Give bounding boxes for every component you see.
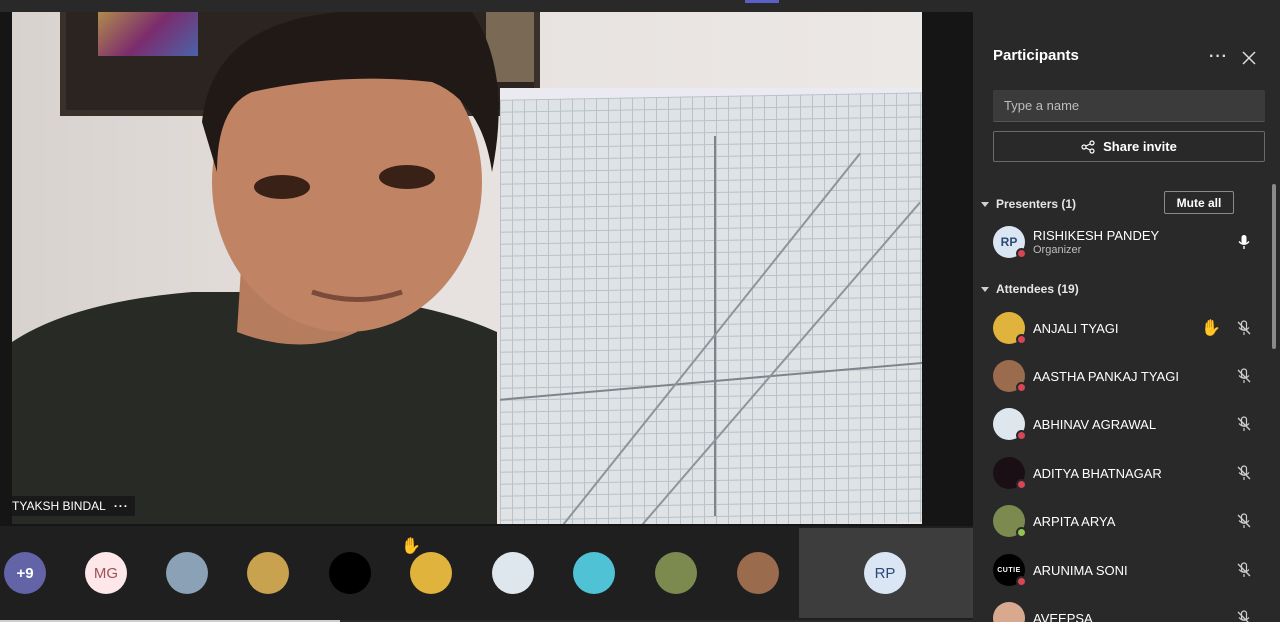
avatar: RP: [993, 226, 1027, 259]
participant-name: AASTHA PANKAJ TYAGI: [1033, 368, 1179, 384]
participant-tile-photo[interactable]: [247, 552, 289, 594]
presenters-section-toggle[interactable]: Presenters (1): [981, 197, 1076, 211]
participant-tile-photo[interactable]: [492, 552, 534, 594]
participant-row[interactable]: CUTIE ARUNIMA SONI: [993, 550, 1263, 590]
graph-lines: [499, 135, 922, 524]
status-dot: [1016, 334, 1027, 345]
participant-row[interactable]: RP RISHIKESH PANDEY Organizer: [993, 222, 1263, 262]
participant-name: ARPITA ARYA: [1033, 513, 1116, 529]
attendees-section-toggle[interactable]: Attendees (19): [981, 282, 1079, 296]
status-dot: [1016, 248, 1027, 259]
avatar: [993, 602, 1025, 622]
avatar: [993, 505, 1027, 538]
top-bar: [0, 0, 1280, 12]
overflow-count[interactable]: +9: [4, 552, 46, 594]
attendees-label: Attendees (19): [996, 282, 1079, 296]
participant-row[interactable]: AASTHA PANKAJ TYAGI: [993, 356, 1263, 396]
participant-row[interactable]: ABHINAV AGRAWAL: [993, 404, 1263, 444]
participant-info: RISHIKESH PANDEY Organizer: [1033, 228, 1159, 256]
main-video[interactable]: TYAKSH BINDAL ···: [12, 12, 922, 524]
search-input[interactable]: [993, 90, 1265, 122]
participant-tile-photo[interactable]: [573, 552, 615, 594]
participant-tile-mg[interactable]: MG: [85, 552, 127, 594]
participant-row[interactable]: ARPITA ARYA: [993, 501, 1263, 541]
participant-person: [12, 12, 499, 524]
share-invite-label: Share invite: [1103, 139, 1177, 154]
participant-tile-photo[interactable]: [166, 552, 208, 594]
avatar-initials: RP: [1000, 235, 1018, 249]
speaker-name: TYAKSH BINDAL: [12, 499, 106, 513]
participant-name: RISHIKESH PANDEY: [1033, 228, 1160, 243]
mic-muted-icon[interactable]: [1235, 609, 1253, 622]
avatar: [993, 408, 1027, 441]
participant-tile-black[interactable]: [329, 552, 371, 594]
mute-all-button[interactable]: Mute all: [1164, 191, 1234, 214]
speaker-name-tag: TYAKSH BINDAL ···: [12, 496, 135, 516]
participant-name: ADITYA BHATNAGAR: [1033, 465, 1162, 481]
close-icon[interactable]: [1241, 50, 1257, 66]
participants-panel: Participants ··· Share invite Presenters…: [973, 12, 1280, 622]
avatar: [993, 312, 1027, 345]
participant-tile-photo[interactable]: [655, 552, 697, 594]
teams-meeting-window: TYAKSH BINDAL ··· +9 MG ✋ RP Participant…: [0, 0, 1280, 622]
status-dot: [1016, 527, 1027, 538]
avatar: [993, 360, 1027, 393]
status-dot: [1016, 382, 1027, 393]
more-options-icon[interactable]: ···: [114, 496, 129, 516]
participant-name: ANJALI TYAGI: [1033, 320, 1119, 336]
status-dot: [1016, 430, 1027, 441]
chevron-down-icon: [981, 201, 989, 207]
presenters-label: Presenters (1): [996, 197, 1077, 211]
panel-scrollbar[interactable]: [1272, 184, 1276, 349]
share-icon: [1081, 139, 1095, 154]
graph-paper: [499, 92, 922, 524]
avatar: [993, 457, 1027, 490]
chevron-down-icon: [981, 286, 989, 292]
participant-row[interactable]: ADITYA BHATNAGAR: [993, 453, 1263, 493]
participant-name: ABHINAV AGRAWAL: [1033, 416, 1157, 432]
avatar: CUTIE: [993, 554, 1027, 587]
mic-muted-icon[interactable]: [1235, 415, 1253, 433]
raised-hand-icon: ✋: [401, 538, 421, 555]
active-tab-indicator: [745, 0, 779, 3]
participant-row[interactable]: AVEEPSA: [993, 598, 1263, 622]
avatar-text: CUTIE: [997, 566, 1021, 574]
mic-muted-icon[interactable]: [1235, 367, 1253, 385]
video-stage: TYAKSH BINDAL ···: [0, 12, 973, 526]
mic-muted-icon[interactable]: [1235, 561, 1253, 579]
participant-name: ARUNIMA SONI: [1033, 562, 1128, 578]
status-dot: [1016, 576, 1027, 587]
raised-hand-icon: ✋: [1201, 320, 1221, 337]
participant-tile-rp[interactable]: RP: [864, 552, 906, 594]
mic-muted-icon[interactable]: [1235, 464, 1253, 482]
mic-muted-icon[interactable]: [1235, 512, 1253, 530]
more-options-icon[interactable]: ···: [1209, 48, 1228, 66]
share-invite-button[interactable]: Share invite: [993, 131, 1265, 162]
mic-icon[interactable]: [1235, 233, 1253, 251]
participant-name: AVEEPSA: [1033, 610, 1093, 622]
participant-tile-minion[interactable]: [410, 552, 452, 594]
participant-tile-photo[interactable]: [737, 552, 779, 594]
panel-title: Participants: [993, 47, 1079, 64]
participant-row[interactable]: ANJALI TYAGI ✋: [993, 308, 1263, 348]
participant-role: Organizer: [1033, 244, 1082, 256]
status-dot: [1016, 479, 1027, 490]
mic-muted-icon[interactable]: [1235, 319, 1253, 337]
